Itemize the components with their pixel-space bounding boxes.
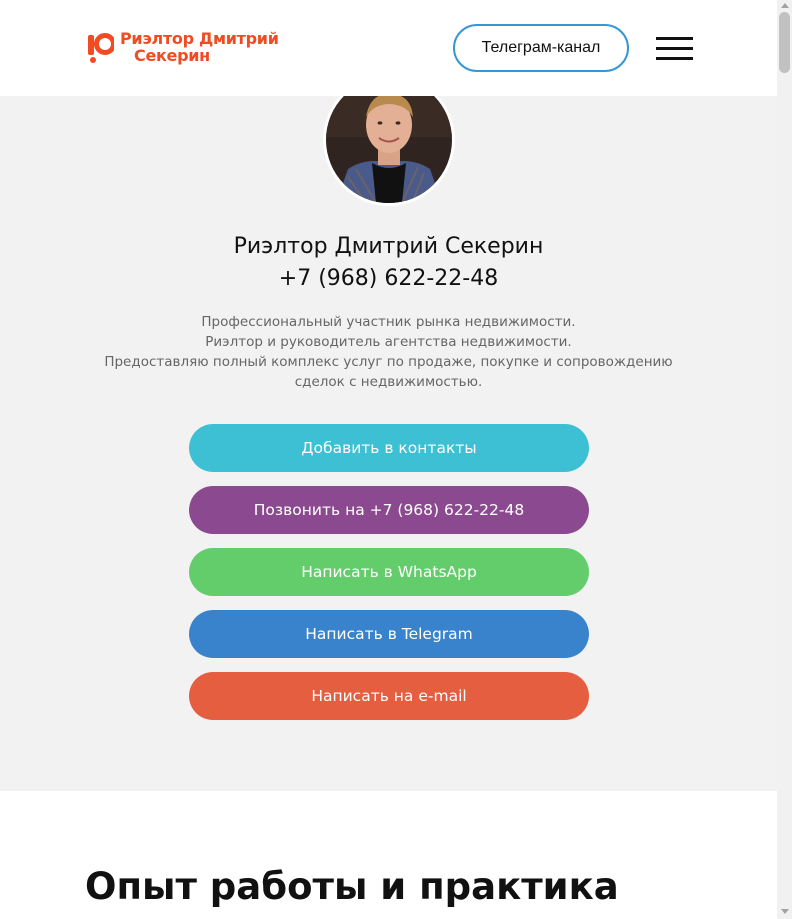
realtor-phone[interactable]: +7 (968) 622-22-48 bbox=[0, 266, 777, 291]
logo-text: Риэлтор Дмитрий Секерин bbox=[120, 30, 279, 64]
telegram-message-button[interactable]: Написать в Telegram bbox=[189, 610, 589, 658]
vertical-scrollbar[interactable] bbox=[777, 0, 792, 919]
description-line: Риэлтор и руководитель агентства недвижи… bbox=[205, 334, 572, 350]
email-button[interactable]: Написать на e-mail bbox=[189, 672, 589, 720]
call-button[interactable]: Позвонить на +7 (968) 622-22-48 bbox=[189, 486, 589, 534]
whatsapp-button[interactable]: Написать в WhatsApp bbox=[189, 548, 589, 596]
experience-section-title: Опыт работы и практика bbox=[85, 865, 619, 908]
telegram-channel-button[interactable]: Телеграм-канал bbox=[453, 24, 629, 72]
scroll-up-arrow-icon[interactable] bbox=[781, 3, 789, 8]
description-line: Предоставляю полный комплекс услуг по пр… bbox=[104, 354, 673, 390]
description-line: Профессиональный участник рынка недвижим… bbox=[201, 314, 576, 330]
profile-section: Риэлтор Дмитрий Секерин +7 (968) 622-22-… bbox=[0, 74, 777, 791]
hamburger-menu-icon[interactable] bbox=[656, 37, 694, 61]
scrollbar-thumb[interactable] bbox=[779, 12, 790, 73]
logo-mark-icon bbox=[88, 33, 114, 63]
logo-line-2: Секерин bbox=[134, 46, 210, 65]
add-to-contacts-button[interactable]: Добавить в контакты bbox=[189, 424, 589, 472]
scroll-down-arrow-icon[interactable] bbox=[781, 909, 789, 914]
realtor-description: Профессиональный участник рынка недвижим… bbox=[88, 312, 689, 392]
page: Риэлтор Дмитрий Секерин Телеграм-канал Р… bbox=[0, 0, 777, 919]
site-header: Риэлтор Дмитрий Секерин Телеграм-канал bbox=[0, 0, 777, 96]
site-logo[interactable]: Риэлтор Дмитрий Секерин bbox=[88, 30, 293, 66]
realtor-name: Риэлтор Дмитрий Секерин bbox=[233, 234, 544, 259]
